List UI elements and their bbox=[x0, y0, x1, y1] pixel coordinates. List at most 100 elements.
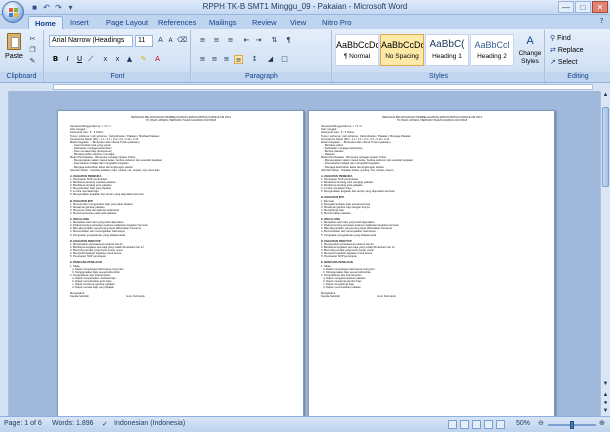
copy-icon[interactable]: ❐ bbox=[28, 46, 37, 55]
help-icon[interactable]: ? bbox=[597, 17, 606, 26]
office-logo-icon bbox=[9, 8, 18, 17]
editing-group: ⚲ Find ⇄ Replace ↗ Select Editing bbox=[546, 30, 610, 82]
style-heading-2[interactable]: AaBbCcl Heading 2 bbox=[470, 34, 514, 66]
borders-icon[interactable]: □ bbox=[280, 55, 289, 64]
increase-indent-icon[interactable]: ⇥ bbox=[254, 36, 263, 45]
strikethrough-icon[interactable]: ̸ bbox=[89, 55, 98, 64]
grow-font-icon[interactable]: A bbox=[156, 36, 165, 45]
tab-view[interactable]: View bbox=[284, 16, 312, 29]
document-page-1[interactable]: RENCANA PELAKSANAAN PEMBELAJARAN HARIAN … bbox=[57, 110, 304, 420]
cut-icon[interactable]: ✂ bbox=[28, 35, 37, 44]
font-group: Arial Narrow (Headings 11 A A ⌫ B I U ̸ … bbox=[45, 30, 191, 82]
window-title: RPPH TK-B SMT1 Minggu_09 - Pakaian - Mic… bbox=[202, 2, 408, 11]
draft-view-icon[interactable] bbox=[496, 420, 505, 429]
subscript-icon[interactable]: x bbox=[101, 55, 110, 64]
full-screen-view-icon[interactable] bbox=[460, 420, 469, 429]
vertical-scrollbar[interactable]: ▲ ▼ ▲ ● ▼ bbox=[600, 91, 610, 416]
tab-home[interactable]: Home bbox=[28, 16, 63, 29]
tab-nitro-pro[interactable]: Nitro Pro bbox=[316, 16, 358, 29]
ribbon-tabs: Home Insert Page Layout References Maili… bbox=[0, 15, 610, 29]
scroll-down-icon[interactable]: ▼ bbox=[601, 380, 610, 389]
maximize-icon[interactable]: □ bbox=[575, 1, 591, 13]
tab-mailings[interactable]: Mailings bbox=[203, 16, 243, 29]
font-family-select[interactable]: Arial Narrow (Headings bbox=[49, 35, 133, 47]
shading-icon[interactable]: ◢ bbox=[266, 55, 275, 64]
clear-format-icon[interactable]: ⌫ bbox=[177, 36, 187, 45]
language-indicator[interactable]: Indonesian (Indonesia) bbox=[114, 420, 185, 427]
clipboard-group: Paste ✂ ❐ ✎ Clipboard bbox=[0, 30, 44, 82]
find-icon: ⚲ bbox=[550, 35, 556, 42]
bullets-icon[interactable]: ≡ bbox=[198, 36, 207, 45]
format-painter-icon[interactable]: ✎ bbox=[28, 57, 37, 66]
word-count[interactable]: Words: 1.896 bbox=[52, 420, 94, 427]
document-page-2[interactable]: RENCANA PELAKSANAAN PEMBELAJARAN HARIAN … bbox=[308, 110, 555, 420]
tab-insert[interactable]: Insert bbox=[64, 16, 95, 29]
font-color-icon[interactable]: A bbox=[153, 55, 162, 64]
italic-button[interactable]: I bbox=[63, 55, 72, 64]
styles-group: AaBbCcDc ¶ Normal AaBbCcDc No Spacing Aa… bbox=[333, 30, 545, 82]
tab-references[interactable]: References bbox=[152, 16, 202, 29]
shrink-font-icon[interactable]: A bbox=[166, 36, 175, 45]
replace-button[interactable]: ⇄ Replace bbox=[550, 46, 584, 54]
font-group-label: Font bbox=[45, 72, 190, 82]
decrease-indent-icon[interactable]: ⇤ bbox=[242, 36, 251, 45]
style-name: ¶ Normal bbox=[343, 53, 371, 60]
document-canvas[interactable]: RENCANA PELAKSANAAN PEMBELAJARAN HARIAN … bbox=[9, 91, 600, 420]
select-label: Select bbox=[557, 59, 578, 66]
style-sample: AaBbCcl bbox=[474, 40, 510, 50]
tab-review[interactable]: Review bbox=[246, 16, 283, 29]
underline-button[interactable]: U bbox=[75, 55, 84, 64]
zoom-slider-knob[interactable] bbox=[570, 421, 574, 429]
superscript-icon[interactable]: x bbox=[113, 55, 122, 64]
style-sample: AaBbCcDc bbox=[336, 40, 378, 50]
document-line: Kepala Sekolah Guru Kelompok bbox=[70, 295, 145, 299]
print-layout-view-icon[interactable] bbox=[448, 420, 457, 429]
bold-button[interactable]: B bbox=[51, 55, 60, 64]
tab-page-layout[interactable]: Page Layout bbox=[100, 16, 154, 29]
zoom-out-icon[interactable]: ⊖ bbox=[538, 419, 544, 427]
select-button[interactable]: ↗ Select bbox=[550, 58, 577, 66]
paste-button[interactable]: Paste bbox=[3, 33, 25, 71]
web-layout-view-icon[interactable] bbox=[472, 420, 481, 429]
scrollbar-thumb[interactable] bbox=[602, 107, 609, 187]
zoom-level[interactable]: 50% bbox=[516, 420, 530, 427]
find-button[interactable]: ⚲ Find bbox=[550, 34, 571, 42]
numbering-icon[interactable]: ≡ bbox=[212, 36, 221, 45]
replace-icon: ⇄ bbox=[550, 47, 556, 54]
justify-icon[interactable]: ≡ bbox=[234, 55, 243, 64]
paste-label: Paste bbox=[5, 53, 23, 60]
horizontal-ruler[interactable] bbox=[53, 84, 593, 90]
page-count[interactable]: Page: 1 of 6 bbox=[4, 420, 42, 427]
style-name: Heading 1 bbox=[432, 53, 462, 60]
change-case-icon[interactable]: ▲ bbox=[125, 55, 134, 64]
close-icon[interactable]: ✕ bbox=[592, 1, 608, 13]
change-styles-button[interactable]: A Change Styles bbox=[517, 32, 543, 70]
editing-group-label: Editing bbox=[546, 72, 610, 82]
show-marks-icon[interactable]: ¶ bbox=[284, 36, 293, 45]
outline-view-icon[interactable] bbox=[484, 420, 493, 429]
document-line: Kepala Sekolah Guru Kelompok bbox=[321, 295, 396, 299]
proofing-icon[interactable]: ✓ bbox=[102, 420, 108, 428]
minimize-icon[interactable]: — bbox=[558, 1, 574, 13]
zoom-in-icon[interactable]: ⊕ bbox=[599, 419, 605, 427]
line-spacing-icon[interactable]: ↕ bbox=[250, 55, 259, 64]
align-left-icon[interactable]: ≡ bbox=[198, 55, 207, 64]
style-heading-1[interactable]: AaBbC( Heading 1 bbox=[425, 34, 469, 66]
replace-label: Replace bbox=[557, 47, 584, 54]
next-page-icon[interactable]: ▼ bbox=[601, 407, 610, 416]
clipboard-icon bbox=[7, 33, 21, 50]
align-center-icon[interactable]: ≡ bbox=[210, 55, 219, 64]
sort-icon[interactable]: ⇅ bbox=[270, 36, 279, 45]
office-button[interactable] bbox=[2, 1, 24, 23]
align-right-icon[interactable]: ≡ bbox=[222, 55, 231, 64]
vertical-ruler[interactable] bbox=[0, 91, 9, 416]
style-sample: AaBbCcDc bbox=[381, 40, 423, 50]
style-no-spacing[interactable]: AaBbCcDc No Spacing bbox=[380, 34, 424, 66]
style-name: No Spacing bbox=[385, 53, 419, 60]
multilevel-list-icon[interactable]: ≡ bbox=[226, 36, 235, 45]
highlight-icon[interactable]: ✎ bbox=[139, 55, 148, 64]
font-size-select[interactable]: 11 bbox=[135, 35, 153, 47]
scroll-up-icon[interactable]: ▲ bbox=[601, 91, 610, 100]
style-normal[interactable]: AaBbCcDc ¶ Normal bbox=[335, 34, 379, 66]
page-1-text: RENCANA PELAKSANAAN PEMBELAJARAN HARIAN … bbox=[70, 116, 292, 299]
